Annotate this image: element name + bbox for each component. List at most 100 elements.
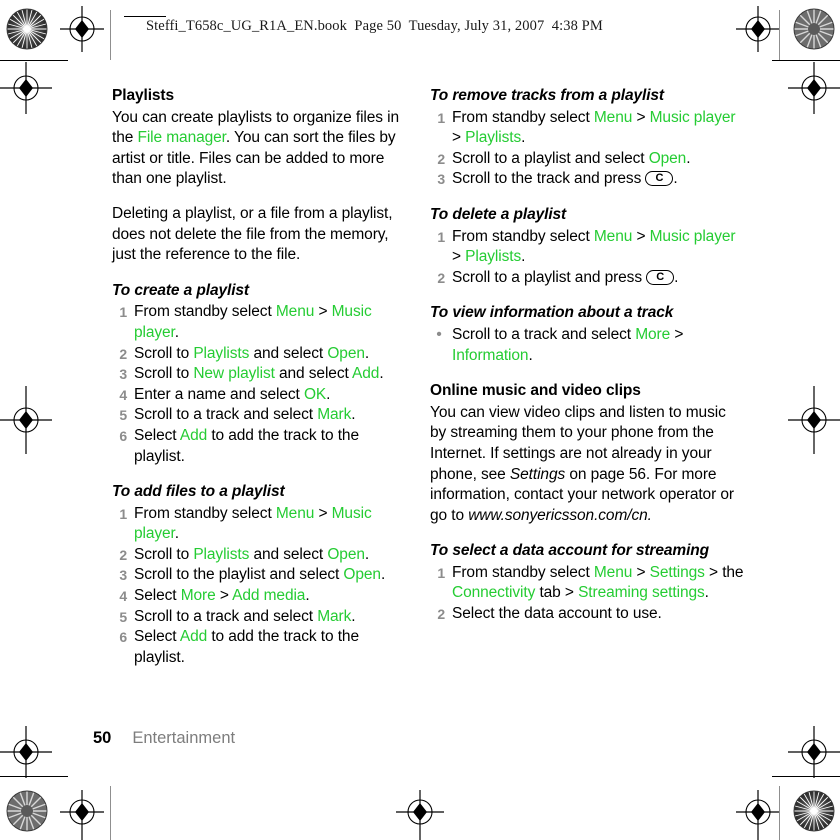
registration-mark-top-left-outer [0,62,52,114]
paragraph-online-music: You can view video clips and listen to m… [430,403,746,527]
clear-key-icon: C [645,171,674,187]
section-playlists: Playlists You can create playlists to or… [112,86,404,266]
body-text: . [673,170,678,188]
ui-term: OK [303,385,327,403]
trim-rule-left-bottom [110,786,111,840]
footer-page-number: 50 [93,729,112,747]
ui-term: Music player [649,108,736,126]
step-number: 2 [437,269,445,286]
step-text: Scroll to the playlist and select Open. [134,566,385,583]
page-footer: 50 Entertainment [93,728,235,748]
ui-term: Streaming settings [578,584,705,602]
body-text: Scroll to a playlist and press [452,268,647,286]
step-number: 2 [119,345,127,362]
step-number: 4 [119,588,127,605]
step-text: From standby select Menu > Music player. [134,303,372,341]
heading-to-create-a-playlist: To create a playlist [112,281,249,299]
ui-term: Open [648,149,687,167]
ui-term: Menu [593,227,633,245]
body-text: . [351,607,356,625]
body-text: Scroll to [134,365,194,383]
ui-term: Add [179,426,208,444]
step-number: 3 [119,366,127,383]
body-text: and select [249,545,328,563]
procedure-step: 2 Scroll to a playlist and press C. [430,268,746,289]
body-text: > [670,325,684,343]
procedure-step: 1 From standby select Menu > Music player… [112,504,404,545]
step-number: 4 [119,386,127,403]
step-number: 5 [119,608,127,625]
body-text: Scroll to [134,545,194,563]
step-number: 6 [119,427,127,444]
trim-rule-left-top [110,10,111,60]
halftone-target-bottom-left [6,790,48,832]
ui-term: Playlists [465,129,522,147]
procedure-step: 3 Scroll to the playlist and select Open. [112,565,404,586]
step-text: Scroll to a track and select Mark. [134,607,356,625]
step-text: Select More > Add media. [134,587,310,604]
step-number: 2 [437,606,445,623]
emphasis-text: www.sonyericsson.com/cn. [468,506,652,524]
ui-term: Music player [649,227,736,245]
body-text: . [674,268,679,286]
step-text: From standby select Menu > Music player … [452,108,736,147]
registration-mark-top-right-inner [736,6,780,52]
body-text: . [704,584,709,602]
procedure-step: 6 Select Add to add the track to the play… [112,426,404,467]
ui-term: Menu [275,504,315,522]
body-text: From standby select [134,504,276,522]
body-text: > [452,248,466,266]
body-text: . [351,406,356,424]
heading-playlists: Playlists [112,87,175,104]
body-text: > [314,303,332,321]
body-text: . [305,587,310,605]
heading-to-view-information: To view information about a track [430,304,674,322]
body-text: Scroll to a track and select [452,325,636,343]
step-text: Scroll to a playlist and press C. [452,269,678,286]
step-number: 1 [119,505,127,522]
registration-mark-bottom-right-outer [788,726,840,778]
procedure-step: 2 Scroll to Playlists and select Open. [112,545,404,566]
body-text: From standby select [452,108,594,126]
trim-rule-top-right-horizontal [772,60,840,61]
body-text: > [452,129,466,147]
body-text: Scroll to a playlist and select [452,149,649,167]
section-to-create-a-playlist: To create a playlist 1 From standby selec… [112,281,404,467]
body-text: . [521,248,526,266]
body-text: . [521,129,526,147]
step-text: Select Add to add the track to the playl… [134,628,359,666]
ui-term: Open [327,545,365,563]
step-number: 2 [437,150,445,167]
registration-mark-right-middle [788,386,840,454]
trim-rule-right-bottom [779,786,780,840]
step-number: 1 [119,304,127,321]
bullet-text: Scroll to a track and select More > Info… [452,326,683,364]
trim-rule-bottom-right-horizontal [772,776,840,777]
heading-online-music: Online music and video clips [430,382,641,400]
ui-term: Connectivity [452,584,536,602]
ui-term: Menu [593,563,633,581]
procedure-step: 6 Select Add to add the track to the play… [112,627,404,668]
ui-term: Playlists [193,344,250,362]
ui-term: Playlists [465,248,522,266]
body-text: . [174,525,179,543]
body-text: and select [274,365,353,383]
trim-rule-top-left-horizontal [0,60,68,61]
body-text: Scroll to a track and select [134,607,318,625]
step-text: Scroll to Playlists and select Open. [134,345,369,362]
section-to-delete-a-playlist: To delete a playlist 1 From standby selec… [430,205,746,288]
body-text: . [174,323,179,341]
halftone-target-bottom-right [793,790,835,832]
procedure-step: 5 Scroll to a track and select Mark. [112,405,404,426]
body-text: > [632,227,650,245]
heading-to-remove-tracks: To remove tracks from a playlist [430,87,664,104]
bullets-to-view-information: • Scroll to a track and select More > Inf… [430,325,746,366]
body-text: Scroll to [134,344,194,362]
step-number: 3 [119,567,127,584]
registration-mark-bottom-left-outer [0,726,52,778]
heading-to-add-files-to-a-playlist: To add files to a playlist [112,483,285,501]
procedure-step: 4 Select More > Add media. [112,586,404,607]
body-text: > [632,563,650,581]
body-text: Scroll to the playlist and select [134,566,344,584]
procedure-step: 2 Scroll to a playlist and select Open. [430,149,746,170]
